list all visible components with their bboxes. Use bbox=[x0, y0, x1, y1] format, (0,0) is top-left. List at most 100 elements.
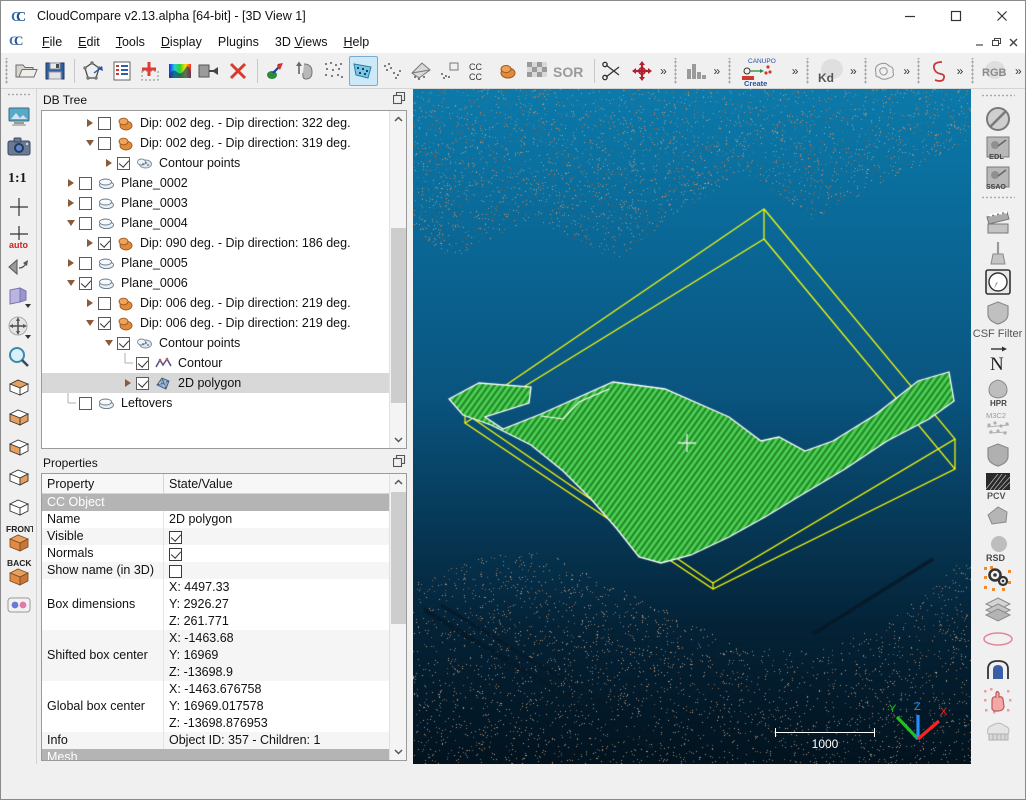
collapse-arrow-icon[interactable] bbox=[82, 133, 98, 153]
view-mode-icon[interactable] bbox=[3, 282, 35, 312]
property-checkbox[interactable] bbox=[169, 531, 182, 545]
hough-normals-icon[interactable] bbox=[976, 686, 1020, 716]
open-icon[interactable] bbox=[12, 56, 41, 86]
tree-item-plane-0004[interactable]: Plane_0004 bbox=[42, 213, 389, 233]
window-maximize-button[interactable] bbox=[933, 1, 979, 31]
toolbar-overflow-button[interactable]: » bbox=[900, 56, 914, 86]
save-icon[interactable] bbox=[41, 56, 70, 86]
right-toolbar-grip[interactable] bbox=[980, 94, 1015, 101]
menu-tools[interactable]: Tools bbox=[108, 33, 153, 51]
column-header-property[interactable]: Property bbox=[42, 474, 164, 493]
tree-item-checkbox[interactable] bbox=[98, 296, 111, 310]
stereo-mode-icon[interactable] bbox=[3, 590, 35, 620]
tree-item-contour[interactable]: Contour bbox=[42, 353, 389, 373]
toolbar-overflow-button[interactable]: » bbox=[710, 56, 724, 86]
rsd-icon[interactable]: RSD bbox=[976, 532, 1020, 564]
properties-scroll-thumb[interactable] bbox=[391, 492, 406, 624]
toolbar-overflow-button[interactable]: » bbox=[847, 56, 861, 86]
toolbar-grip[interactable] bbox=[915, 57, 923, 84]
view-bottom-icon[interactable] bbox=[3, 402, 35, 432]
ssao-shader-icon[interactable]: SSAO bbox=[976, 164, 1020, 194]
expand-arrow-icon[interactable] bbox=[101, 153, 117, 173]
expand-arrow-icon[interactable] bbox=[82, 233, 98, 253]
tree-item-dip-006-deg-dip-direction-219-deg[interactable]: Dip: 006 deg. - Dip direction: 219 deg. bbox=[42, 293, 389, 313]
treeiso-icon[interactable] bbox=[976, 716, 1020, 746]
zoom-box-icon[interactable] bbox=[3, 342, 35, 372]
right-toolbar-grip-2[interactable] bbox=[980, 196, 1015, 203]
tree-item-dip-090-deg-dip-direction-186-deg[interactable]: Dip: 090 deg. - Dip direction: 186 deg. bbox=[42, 233, 389, 253]
properties-list-icon[interactable] bbox=[108, 56, 137, 86]
scissors-icon[interactable] bbox=[599, 56, 628, 86]
menu-3dviews[interactable]: 3D Views bbox=[267, 33, 336, 51]
add-point-icon[interactable] bbox=[137, 56, 166, 86]
masonry-icon[interactable] bbox=[976, 440, 1020, 470]
no-shader-icon[interactable] bbox=[976, 104, 1020, 134]
camera-snapshot-icon[interactable] bbox=[3, 132, 35, 162]
toolbar-grip[interactable] bbox=[725, 57, 733, 84]
toolbar-overflow-button[interactable]: » bbox=[657, 56, 671, 86]
property-value[interactable] bbox=[164, 528, 389, 545]
rgb-convert-icon[interactable]: RGB bbox=[978, 56, 1012, 86]
cloud-mesh-dist-icon[interactable] bbox=[407, 56, 436, 86]
tree-item-checkbox[interactable] bbox=[117, 336, 130, 350]
tree-item-checkbox[interactable] bbox=[117, 156, 130, 170]
poisson-icon[interactable] bbox=[976, 502, 1020, 532]
translate-rotate-icon[interactable] bbox=[628, 56, 657, 86]
toolbar-grip[interactable] bbox=[803, 57, 811, 84]
menu-display[interactable]: Display bbox=[153, 33, 210, 51]
m3c2-icon[interactable]: M3C2 bbox=[976, 408, 1020, 440]
db-tree-scrollbar[interactable] bbox=[389, 111, 406, 448]
tree-item-plane-0003[interactable]: Plane_0003 bbox=[42, 193, 389, 213]
mdi-close-button[interactable] bbox=[1005, 34, 1021, 50]
tree-item-dip-006-deg-dip-direction-219-deg[interactable]: Dip: 006 deg. - Dip direction: 219 deg. bbox=[42, 313, 389, 333]
float-icon[interactable] bbox=[392, 91, 406, 108]
tree-item-dip-002-deg-dip-direction-322-deg[interactable]: Dip: 002 deg. - Dip direction: 322 deg. bbox=[42, 113, 389, 133]
tree-item-checkbox[interactable] bbox=[98, 136, 111, 150]
pcv-icon[interactable]: PCV bbox=[976, 470, 1020, 502]
tree-item-plane-0006[interactable]: Plane_0006 bbox=[42, 273, 389, 293]
compute-normals-icon[interactable] bbox=[262, 56, 291, 86]
expand-arrow-icon[interactable] bbox=[82, 293, 98, 313]
tree-item-checkbox[interactable] bbox=[79, 396, 92, 410]
window-minimize-button[interactable] bbox=[887, 1, 933, 31]
mdi-restore-button[interactable] bbox=[988, 34, 1004, 50]
3d-view-1[interactable]: 1000 Y Z X bbox=[413, 89, 971, 764]
view-front-icon[interactable]: FRONT bbox=[3, 522, 35, 556]
window-close-button[interactable] bbox=[979, 1, 1025, 31]
tree-item-plane-0005[interactable]: Plane_0005 bbox=[42, 253, 389, 273]
scroll-down-icon[interactable] bbox=[390, 743, 406, 760]
cork-gears-icon[interactable] bbox=[976, 564, 1020, 594]
toolbar-grip[interactable] bbox=[672, 57, 680, 84]
scroll-up-icon[interactable] bbox=[390, 474, 406, 491]
broom-icon[interactable] bbox=[976, 238, 1020, 268]
ellipse-icon[interactable] bbox=[976, 624, 1020, 654]
tree-item-plane-0002[interactable]: Plane_0002 bbox=[42, 173, 389, 193]
scroll-down-icon[interactable] bbox=[390, 431, 406, 448]
expand-arrow-icon[interactable] bbox=[63, 253, 79, 273]
global-shift-icon[interactable] bbox=[79, 56, 108, 86]
compass-icon[interactable] bbox=[976, 268, 1020, 298]
translate-view-icon[interactable] bbox=[3, 312, 35, 342]
property-value[interactable] bbox=[164, 562, 389, 579]
view-back-icon[interactable]: BACK bbox=[3, 556, 35, 590]
tree-item-checkbox[interactable] bbox=[136, 376, 149, 390]
tree-item-dip-002-deg-dip-direction-319-deg[interactable]: Dip: 002 deg. - Dip direction: 319 deg. bbox=[42, 133, 389, 153]
properties-table[interactable]: Property State/Value CC Object Name 2D polyg… bbox=[42, 474, 389, 760]
segment-icon[interactable] bbox=[348, 55, 378, 86]
db-tree-list[interactable]: Dip: 002 deg. - Dip direction: 322 deg. D… bbox=[42, 111, 389, 448]
collapse-arrow-icon[interactable] bbox=[63, 213, 79, 233]
property-checkbox[interactable] bbox=[169, 548, 182, 562]
csf-filter-icon[interactable] bbox=[976, 298, 1020, 328]
menu-plugins[interactable]: Plugins bbox=[210, 33, 267, 51]
tree-item-checkbox[interactable] bbox=[98, 236, 111, 250]
view-right-icon[interactable] bbox=[3, 462, 35, 492]
subsample-icon[interactable] bbox=[320, 56, 349, 86]
toolbar-overflow-button[interactable]: » bbox=[788, 56, 802, 86]
menu-help[interactable]: Help bbox=[335, 33, 377, 51]
expand-arrow-icon[interactable] bbox=[120, 373, 136, 393]
tree-item-contour-points[interactable]: Contour points bbox=[42, 153, 389, 173]
tree-item-checkbox[interactable] bbox=[79, 196, 92, 210]
tunnel-icon[interactable] bbox=[976, 654, 1020, 686]
expand-arrow-icon[interactable] bbox=[63, 193, 79, 213]
colorscale-icon[interactable] bbox=[166, 56, 195, 86]
